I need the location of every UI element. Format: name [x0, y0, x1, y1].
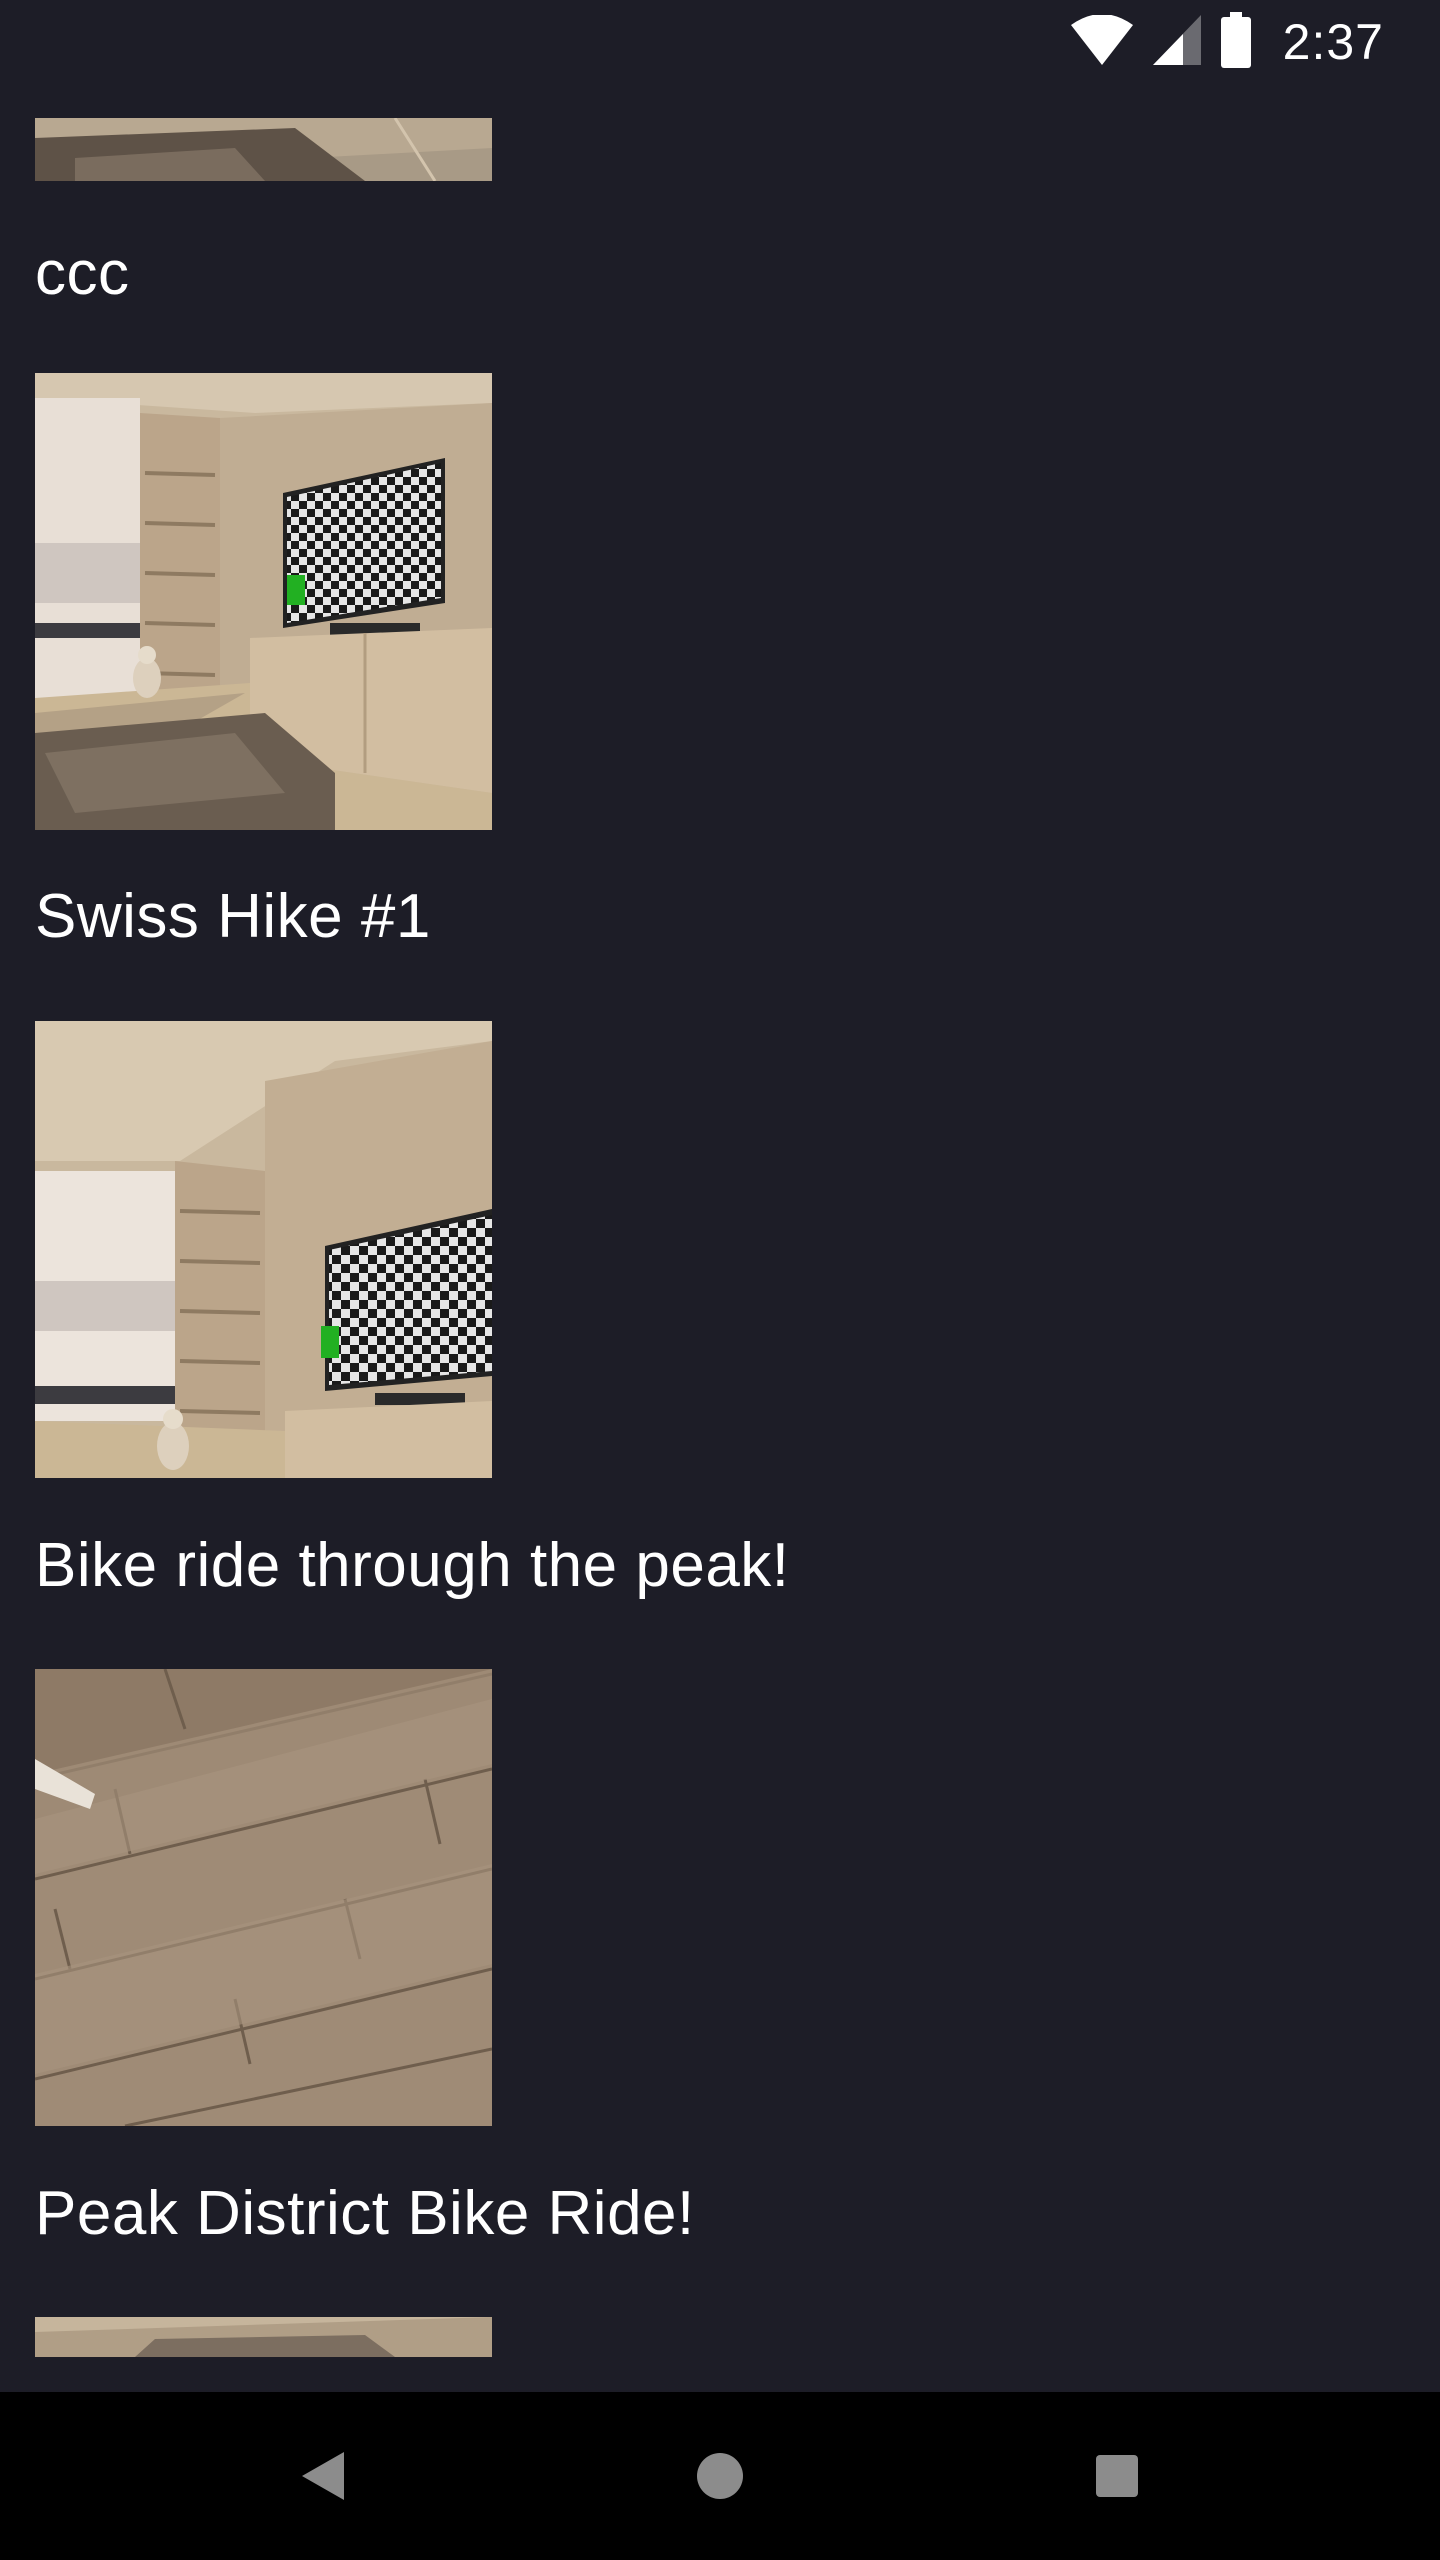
feed-item-caption: Swiss Hike #1 — [35, 882, 431, 951]
recents-icon — [1077, 2455, 1157, 2520]
navigation-bar — [0, 2392, 1440, 2560]
feed-item-image[interactable] — [35, 373, 492, 830]
home-icon — [680, 2453, 760, 2520]
recents-button[interactable] — [1077, 2436, 1157, 2516]
feed-item-caption: Peak District Bike Ride! — [35, 2179, 695, 2248]
home-button[interactable] — [680, 2436, 760, 2516]
cell-signal-icon — [1152, 15, 1201, 69]
back-button[interactable] — [284, 2436, 364, 2516]
feed-item-image[interactable] — [35, 118, 492, 181]
back-icon — [284, 2452, 364, 2520]
feed-item-caption: Bike ride through the peak! — [35, 1531, 790, 1600]
feed-item-image[interactable] — [35, 1021, 492, 1478]
wifi-icon — [1070, 14, 1133, 69]
feed-item-caption: ccc — [35, 239, 130, 308]
feed-item-image[interactable] — [35, 2317, 492, 2357]
status-bar: 2:37 — [0, 0, 1440, 84]
battery-icon — [1220, 12, 1251, 72]
clock: 2:37 — [1282, 14, 1384, 70]
feed-item-image[interactable] — [35, 1669, 492, 2126]
photo-feed: ccc Swiss Hike #1 Bike ride through the … — [0, 0, 1440, 2392]
